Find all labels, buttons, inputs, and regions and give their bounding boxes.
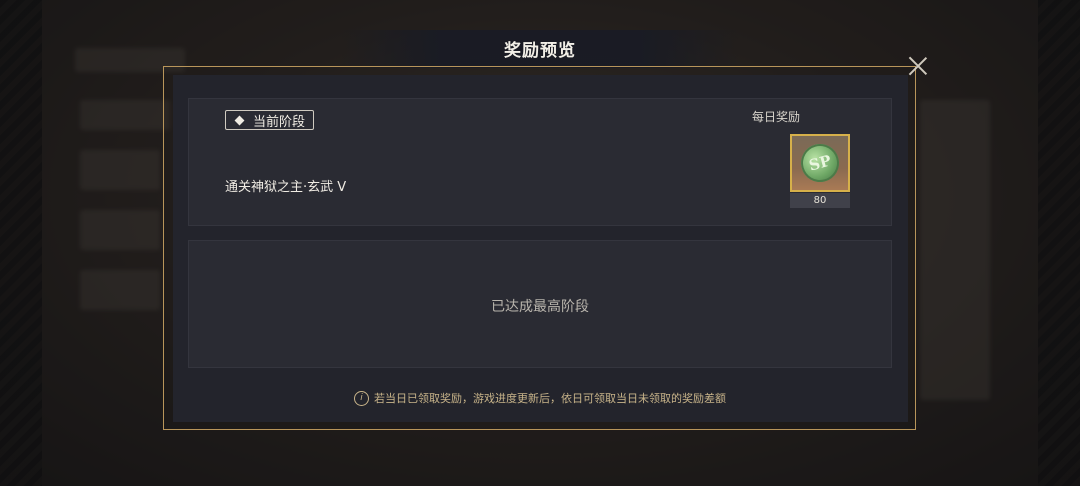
footer-note: i 若当日已领取奖励，游戏进度更新后，依日可领取当日未领取的奖励差额 <box>0 390 1080 406</box>
current-stage-tag-label: 当前阶段 <box>253 114 306 130</box>
reward-quantity: 80 <box>790 193 850 208</box>
sp-coin-icon: SP <box>796 139 844 187</box>
max-stage-message: 已达成最高阶段 <box>491 299 589 315</box>
close-icon[interactable] <box>904 52 932 80</box>
diamond-icon <box>234 115 245 125</box>
stage-name: 通关神狱之主·玄武 V <box>225 180 347 195</box>
daily-reward-label: 每日奖励 <box>752 110 801 124</box>
footer-note-text: 若当日已领取奖励，游戏进度更新后，依日可领取当日未领取的奖励差额 <box>374 392 726 405</box>
reward-item[interactable]: SP <box>790 134 850 192</box>
info-icon: i <box>354 390 369 406</box>
current-stage-tag: 当前阶段 <box>225 110 315 130</box>
